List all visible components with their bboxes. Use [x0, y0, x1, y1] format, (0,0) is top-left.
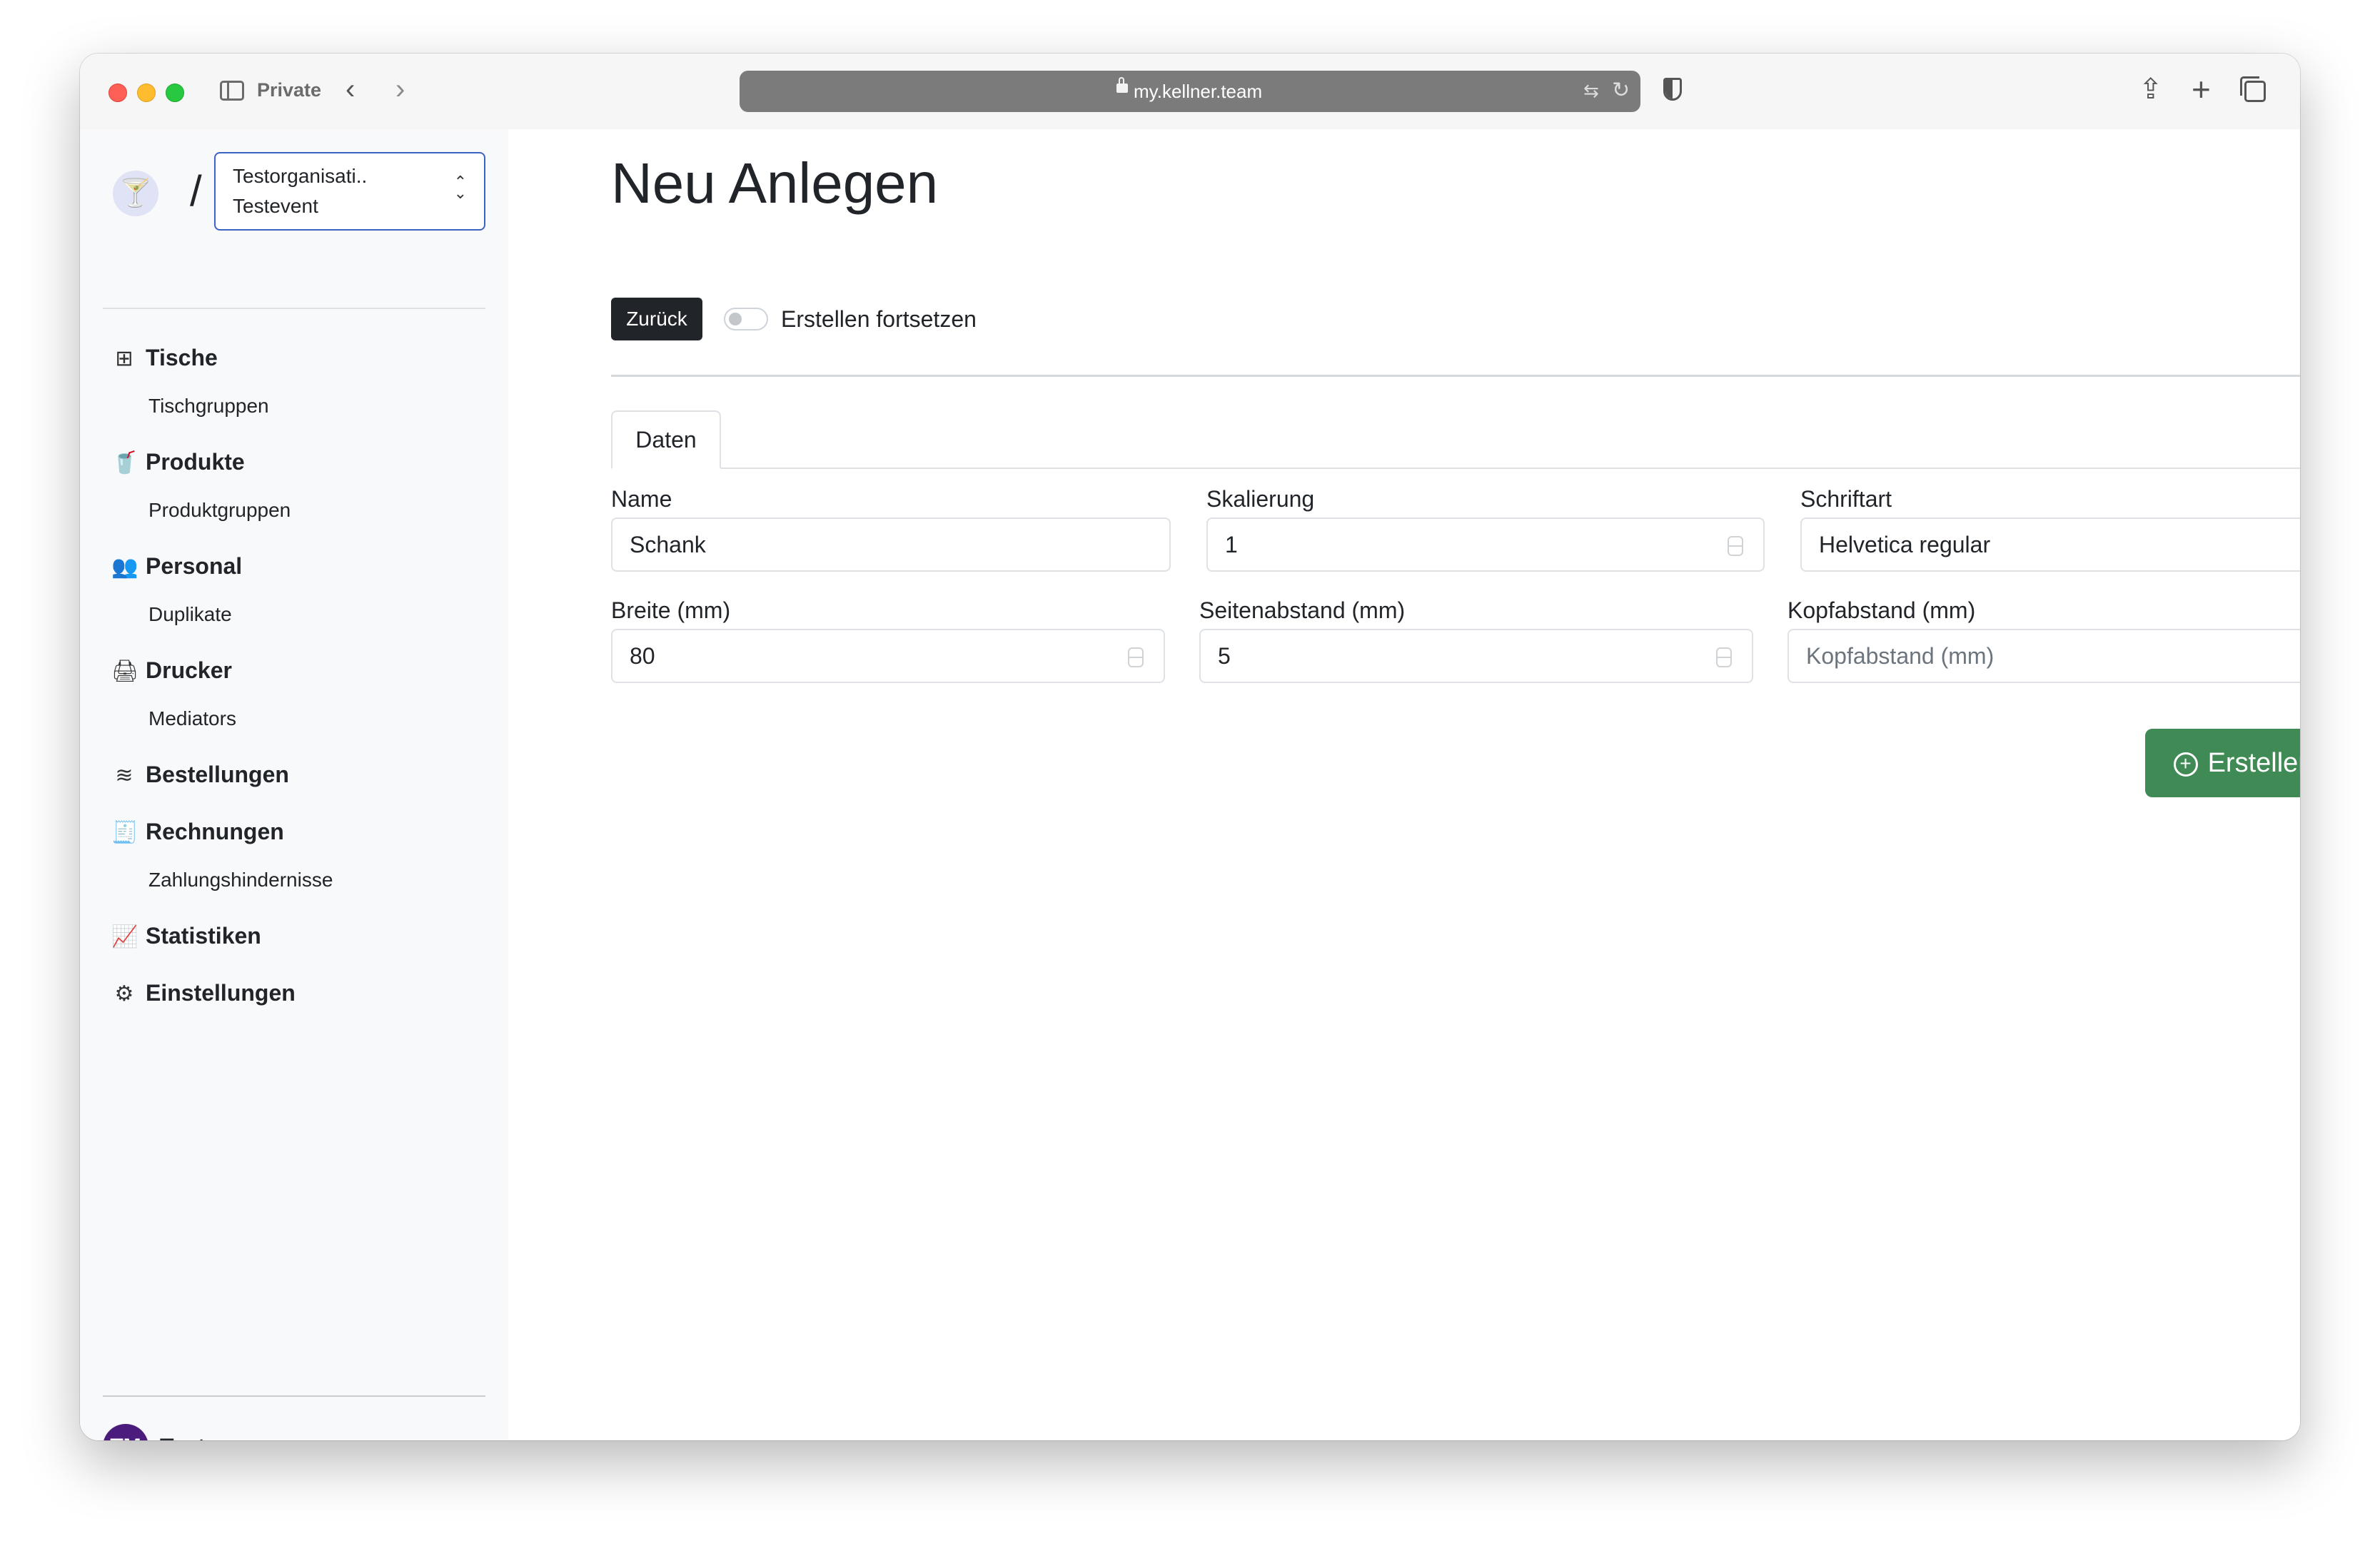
sidebar-item-produktgruppen[interactable]: Produktgruppen — [148, 499, 291, 522]
font-select[interactable]: Helvetica regular ⌄ — [1800, 517, 2300, 572]
sidebar: 🍸 / Testorganisati.. Testevent ⌃ ⌄ ⊞ Tisch… — [80, 129, 508, 1440]
new-tab-icon[interactable]: + — [2192, 72, 2211, 106]
sidebar-item-rechnungen[interactable]: 🧾 Rechnungen — [111, 819, 284, 845]
cup-icon: 🥤 — [111, 451, 138, 475]
lock-icon — [1116, 77, 1128, 93]
chevron-updown-icon: ⌃ ⌄ — [453, 173, 467, 202]
head-margin-input[interactable]: Kopfabstand (mm) — [1787, 629, 2300, 683]
page-title: Neu Anlegen — [611, 151, 939, 215]
header-divider — [611, 375, 2300, 377]
zoom-window-button[interactable] — [166, 84, 184, 102]
sidebar-item-label: Rechnungen — [146, 819, 284, 844]
chart-icon: 📈 — [111, 925, 138, 949]
sidebar-item-tischgruppen[interactable]: Tischgruppen — [148, 395, 269, 418]
create-button[interactable]: + Erstellen — [2145, 729, 2300, 797]
back-button[interactable]: Zurück — [611, 298, 702, 340]
scaling-input[interactable]: 1 — [1206, 517, 1765, 572]
url-text: my.kellner.team — [1134, 81, 1263, 102]
private-label: Private — [257, 79, 322, 101]
main-content: Neu Anlegen Zurück Erstellen fortsetzen … — [508, 129, 2300, 1440]
sidebar-item-mediators[interactable]: Mediators — [148, 707, 236, 730]
scaling-value: 1 — [1225, 532, 1238, 557]
font-label: Schriftart — [1800, 486, 1892, 512]
privacy-shield-icon[interactable] — [1663, 78, 1682, 101]
side-margin-label: Seitenabstand (mm) — [1199, 597, 1406, 623]
tab-overview-icon[interactable] — [2240, 76, 2266, 102]
sidebar-item-duplikate[interactable]: Duplikate — [148, 603, 232, 626]
sidebar-item-personal[interactable]: 👥 Personal — [111, 553, 242, 580]
people-icon: 👥 — [111, 555, 138, 579]
receipt-icon: 🧾 — [111, 821, 138, 844]
sidebar-item-bestellungen[interactable]: ≋ Bestellungen — [111, 762, 289, 788]
printer-icon: 🖨 — [111, 660, 139, 683]
tab-border — [611, 468, 2300, 469]
browser-toolbar: Private ‹ › my.kellner.team ⇆ ↻ ⇪ + — [80, 54, 2300, 131]
back-arrow-icon[interactable]: ‹ — [346, 75, 355, 103]
name-input[interactable]: Schank — [611, 517, 1171, 572]
browser-window: Private ‹ › my.kellner.team ⇆ ↻ ⇪ + 🍸 / … — [80, 54, 2300, 1440]
head-margin-placeholder: Kopfabstand (mm) — [1806, 643, 1995, 669]
width-label: Breite (mm) — [611, 597, 731, 623]
translate-icon[interactable]: ⇆ — [1583, 80, 1599, 102]
sidebar-bottom-divider — [103, 1395, 485, 1397]
continue-creating-label[interactable]: Erstellen fortsetzen — [781, 306, 977, 333]
layers-icon: ≋ — [115, 764, 133, 787]
avatar[interactable]: TM — [103, 1424, 148, 1440]
font-selected-value: Helvetica regular — [1819, 532, 1991, 557]
sidebar-item-produkte[interactable]: 🥤 Produkte — [111, 449, 245, 475]
sidebar-item-label: Einstellungen — [146, 980, 296, 1006]
breadcrumb-separator: / — [190, 167, 202, 215]
sidebar-item-drucker[interactable]: 🖨 Drucker — [111, 657, 232, 684]
app-logo-icon[interactable]: 🍸 — [113, 171, 158, 216]
width-input[interactable]: 80 — [611, 629, 1165, 683]
sidebar-item-label: Statistiken — [146, 923, 261, 949]
name-value: Schank — [630, 532, 706, 557]
plus-circle-icon: + — [2173, 752, 2198, 777]
gear-icon: ⚙ — [114, 982, 134, 1006]
sidebar-toggle-icon[interactable] — [220, 81, 244, 101]
sidebar-item-label: Drucker — [146, 657, 232, 683]
create-button-label: Erstellen — [2207, 748, 2300, 778]
sidebar-item-label: Tische — [146, 345, 218, 370]
head-margin-label: Kopfabstand (mm) — [1787, 597, 1976, 623]
name-label: Name — [611, 486, 672, 512]
sidebar-item-tische[interactable]: ⊞ Tische — [111, 345, 218, 371]
width-value: 80 — [630, 643, 655, 669]
sidebar-item-label: Personal — [146, 553, 243, 579]
sidebar-item-statistiken[interactable]: 📈 Statistiken — [111, 923, 261, 949]
sidebar-divider — [103, 308, 485, 309]
organization-name: Testorganisati.. — [233, 165, 368, 187]
close-window-button[interactable] — [109, 84, 127, 102]
event-name: Testevent — [233, 195, 318, 217]
address-bar[interactable]: my.kellner.team ⇆ ↻ — [740, 71, 1640, 112]
user-name: Tester — [160, 1434, 227, 1440]
organization-event-select[interactable]: Testorganisati.. Testevent ⌃ ⌄ — [214, 152, 485, 231]
share-icon[interactable]: ⇪ — [2139, 72, 2163, 106]
number-stepper-icon[interactable] — [1728, 536, 1743, 556]
minimize-window-button[interactable] — [137, 84, 156, 102]
side-margin-input[interactable]: 5 — [1199, 629, 1753, 683]
continue-creating-toggle[interactable] — [724, 308, 768, 330]
reload-icon[interactable]: ↻ — [1612, 78, 1630, 103]
scaling-label: Skalierung — [1206, 486, 1315, 512]
grid-icon: ⊞ — [115, 347, 133, 370]
side-margin-value: 5 — [1218, 643, 1231, 669]
sidebar-item-label: Produkte — [146, 449, 245, 475]
sidebar-item-label: Bestellungen — [146, 762, 289, 787]
number-stepper-icon[interactable] — [1716, 647, 1732, 667]
number-stepper-icon[interactable] — [1128, 647, 1144, 667]
tab-daten[interactable]: Daten — [611, 410, 721, 469]
forward-arrow-icon[interactable]: › — [395, 75, 405, 103]
sidebar-item-zahlungshindernisse[interactable]: Zahlungshindernisse — [148, 869, 333, 891]
sidebar-item-einstellungen[interactable]: ⚙ Einstellungen — [111, 980, 296, 1006]
user-menu-toggle[interactable]: Tester ▾ — [160, 1434, 241, 1440]
